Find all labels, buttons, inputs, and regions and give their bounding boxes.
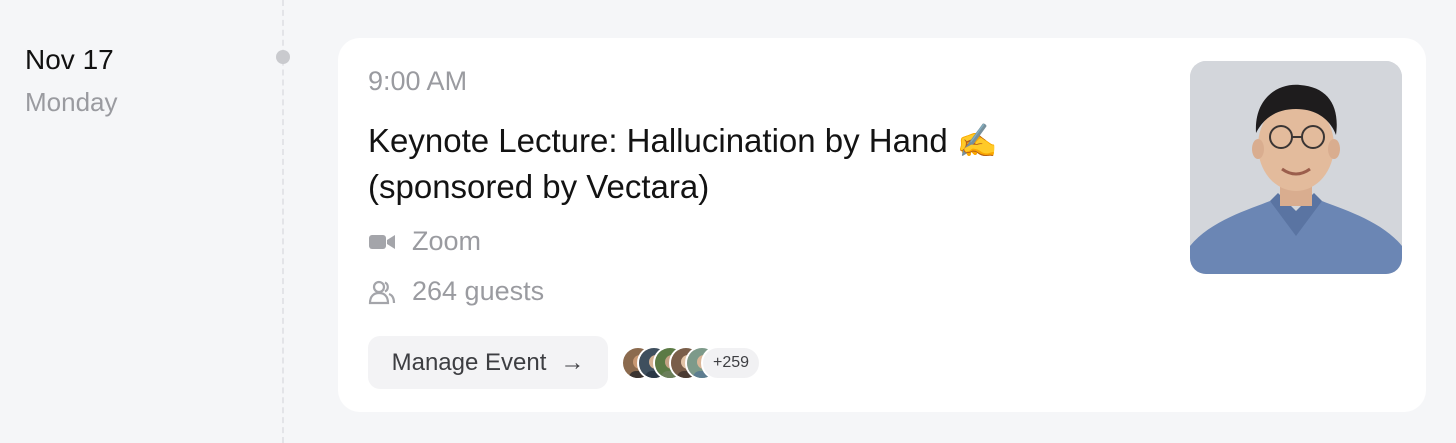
event-guests-row: 264 guests	[368, 276, 544, 307]
guest-avatars[interactable]: +259	[621, 346, 762, 380]
event-weekday: Monday	[25, 87, 118, 117]
manage-event-button[interactable]: Manage Event →	[368, 336, 608, 389]
date-column: Nov 17 Monday	[25, 42, 118, 120]
event-title-line1: Keynote Lecture: Hallucination by Hand	[368, 122, 948, 159]
timeline-line	[282, 0, 284, 443]
event-host-photo	[1190, 61, 1402, 274]
event-date: Nov 17	[25, 44, 114, 75]
manage-event-label: Manage Event	[391, 348, 547, 376]
event-timeline: Nov 17 Monday 9:00 AM Keynote Lecture: H…	[0, 0, 1456, 443]
event-title-line2: (sponsored by Vectara)	[368, 168, 710, 205]
extra-guests-badge: +259	[701, 346, 762, 380]
people-icon	[368, 278, 396, 306]
video-camera-icon	[368, 228, 396, 256]
event-location: Zoom	[412, 226, 482, 256]
event-time: 9:00 AM	[368, 66, 468, 96]
timeline-dot	[276, 50, 290, 64]
writing-hand-icon: ✍️	[956, 121, 998, 160]
event-card[interactable]: 9:00 AM Keynote Lecture: Hallucination b…	[338, 38, 1426, 412]
arrow-right-icon: →	[560, 348, 585, 376]
event-location-row: Zoom	[368, 226, 481, 257]
event-title[interactable]: Keynote Lecture: Hallucination by Hand ✍…	[368, 118, 1068, 210]
event-guest-count: 264 guests	[412, 276, 545, 306]
